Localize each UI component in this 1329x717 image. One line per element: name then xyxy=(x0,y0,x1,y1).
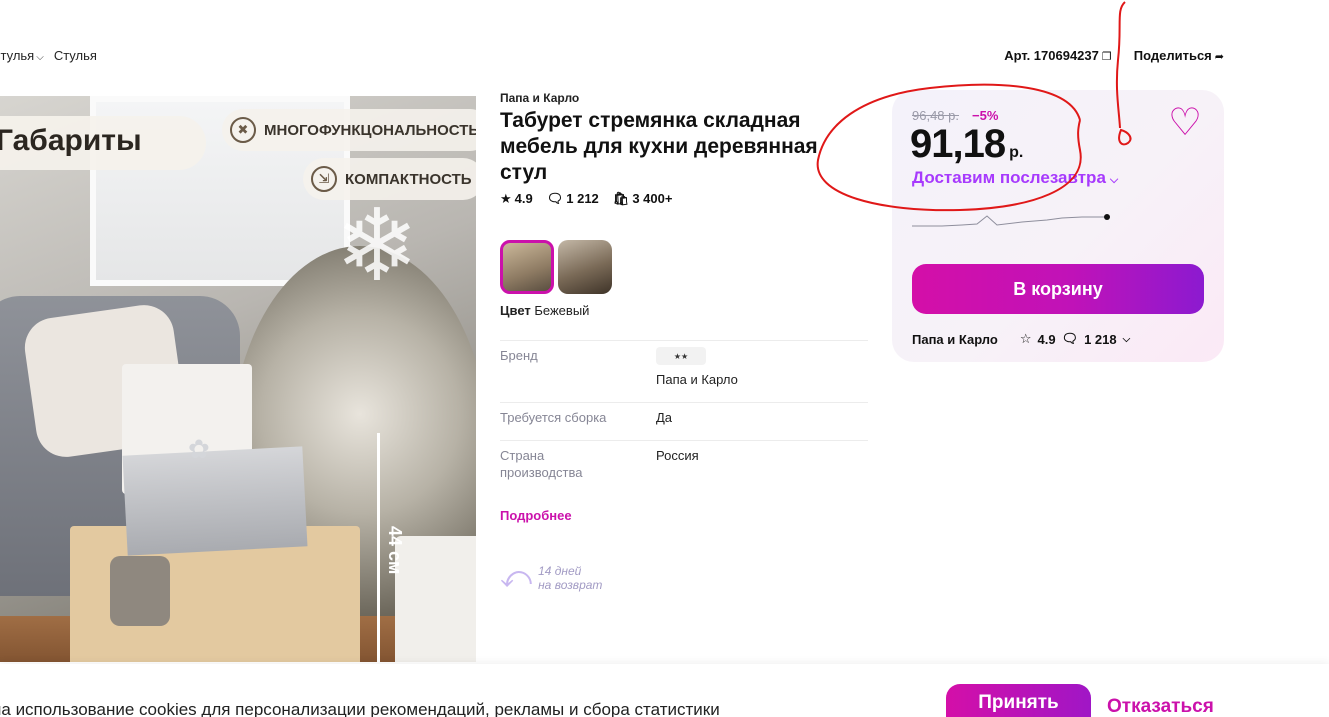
spec-row: Требуется сборка Да xyxy=(500,402,868,440)
chevron-down-icon: ⌵ xyxy=(1122,333,1131,345)
breadcrumb-item-chairs[interactable]: Стулья xyxy=(54,48,97,63)
price-history-sparkline[interactable] xyxy=(912,208,1112,230)
hero-headline: Габариты xyxy=(0,116,206,170)
color-thumbnail[interactable] xyxy=(558,240,612,294)
image-gift-boxes xyxy=(395,536,476,662)
decline-cookies-button[interactable]: Отказаться xyxy=(1107,696,1214,717)
return-policy[interactable]: ⤺ 14 дней на возврат xyxy=(500,563,602,593)
seller-name[interactable]: Папа и Карло xyxy=(912,332,998,347)
spec-value: Да xyxy=(656,410,673,425)
product-stats: ★ 4.9 🗨 1 212 🛍 3 400+ xyxy=(500,191,672,207)
discount-badge: −5% xyxy=(972,108,999,123)
dimension-label: 44 см xyxy=(385,526,405,575)
spec-key: Страна производства xyxy=(500,448,583,480)
article-number[interactable]: Арт. 170694237 ❐ xyxy=(1004,48,1112,63)
spec-key: Требуется сборка xyxy=(500,410,607,425)
bag-icon: 🛍 xyxy=(612,191,630,206)
badge-multifunctional: ✖ МНОГОФУНКЦОНАЛЬНОСТЬ xyxy=(222,109,476,151)
chevron-down-icon: ⌵ xyxy=(36,52,44,63)
image-bow: ✿ xyxy=(188,434,210,464)
badge-multifunctional-label: МНОГОФУНКЦОНАЛЬНОСТЬ xyxy=(264,121,476,139)
star-icon: ★ xyxy=(500,191,512,206)
seller-rating[interactable]: ☆ 4.9 🗨 1 218 ⌵ xyxy=(1020,331,1130,347)
snowflake-icon: ❄ xyxy=(335,190,419,302)
breadcrumb: стулья⌵ Стулья xyxy=(0,48,97,63)
reviews-count[interactable]: 🗨 1 212 xyxy=(547,191,599,207)
cookie-banner: на использование cookies для персонализа… xyxy=(0,664,1329,717)
add-to-cart-button[interactable]: В корзину xyxy=(912,264,1204,314)
current-price: 91,18 р. xyxy=(910,122,1024,166)
spec-row: Страна производства Россия xyxy=(500,440,868,495)
comment-icon: 🗨 xyxy=(1061,331,1079,346)
brand-logo[interactable]: ★★ xyxy=(656,347,706,365)
top-actions: Арт. 170694237 ❐ Поделиться ➦ xyxy=(1004,48,1224,63)
color-thumbnail-selected[interactable] xyxy=(500,240,554,294)
breadcrumb-item-chairs-parent[interactable]: стулья⌵ xyxy=(0,48,44,63)
accept-cookies-button[interactable]: Принять xyxy=(946,684,1091,717)
badge-compact-label: КОМПАКТНОСТЬ xyxy=(345,170,472,188)
old-price: 96,48 р. xyxy=(912,108,959,123)
rating[interactable]: ★ 4.9 xyxy=(500,191,533,207)
badge-compact: ⇲ КОМПАКТНОСТЬ xyxy=(303,158,476,200)
seller-info: Папа и Карло ☆ 4.9 🗨 1 218 ⌵ xyxy=(912,331,1130,347)
spec-key: Бренд xyxy=(500,348,538,363)
spec-row: Бренд ★★ Папа и Карло xyxy=(500,340,868,402)
share-icon: ➦ xyxy=(1214,51,1224,63)
chevron-down-icon: ⌵ xyxy=(1109,174,1119,186)
color-thumbnails xyxy=(500,240,612,294)
favorite-heart-icon[interactable]: ♡ xyxy=(1168,104,1202,142)
price-card: 96,48 р. −5% 91,18 р. Доставим послезавтр… xyxy=(892,90,1224,362)
compress-icon: ⇲ xyxy=(311,166,337,192)
specs-table: Бренд ★★ Папа и Карло Требуется сборка Д… xyxy=(500,340,868,495)
dimension-line xyxy=(377,433,380,662)
spec-value: ★★ Папа и Карло xyxy=(656,347,738,388)
delivery-date[interactable]: Доставим послезавтра ⌵ xyxy=(912,168,1118,188)
color-selection: Цвет Бежевый xyxy=(500,303,590,318)
share-button[interactable]: Поделиться ➦ xyxy=(1134,48,1224,63)
star-outline-icon: ☆ xyxy=(1019,331,1032,346)
brand-link[interactable]: Папа и Карло xyxy=(500,91,579,105)
product-title: Табурет стремянка складная мебель для ку… xyxy=(500,109,818,184)
cookie-text: на использование cookies для персонализа… xyxy=(0,700,720,717)
spec-value: Россия xyxy=(656,448,699,463)
copy-icon[interactable]: ❐ xyxy=(1102,51,1112,63)
return-icon: ⤺ xyxy=(500,561,533,594)
purchases-count: 🛍 3 400+ xyxy=(612,191,673,206)
image-gift-box xyxy=(122,446,308,556)
comment-icon: 🗨 xyxy=(546,191,564,206)
tools-icon: ✖ xyxy=(230,117,256,143)
product-main-image[interactable]: ✿ ❄ Габариты ✖ МНОГОФУНКЦОНАЛЬНОСТЬ ⇲ КО… xyxy=(0,96,476,662)
more-details-link[interactable]: Подробнее xyxy=(500,508,572,523)
